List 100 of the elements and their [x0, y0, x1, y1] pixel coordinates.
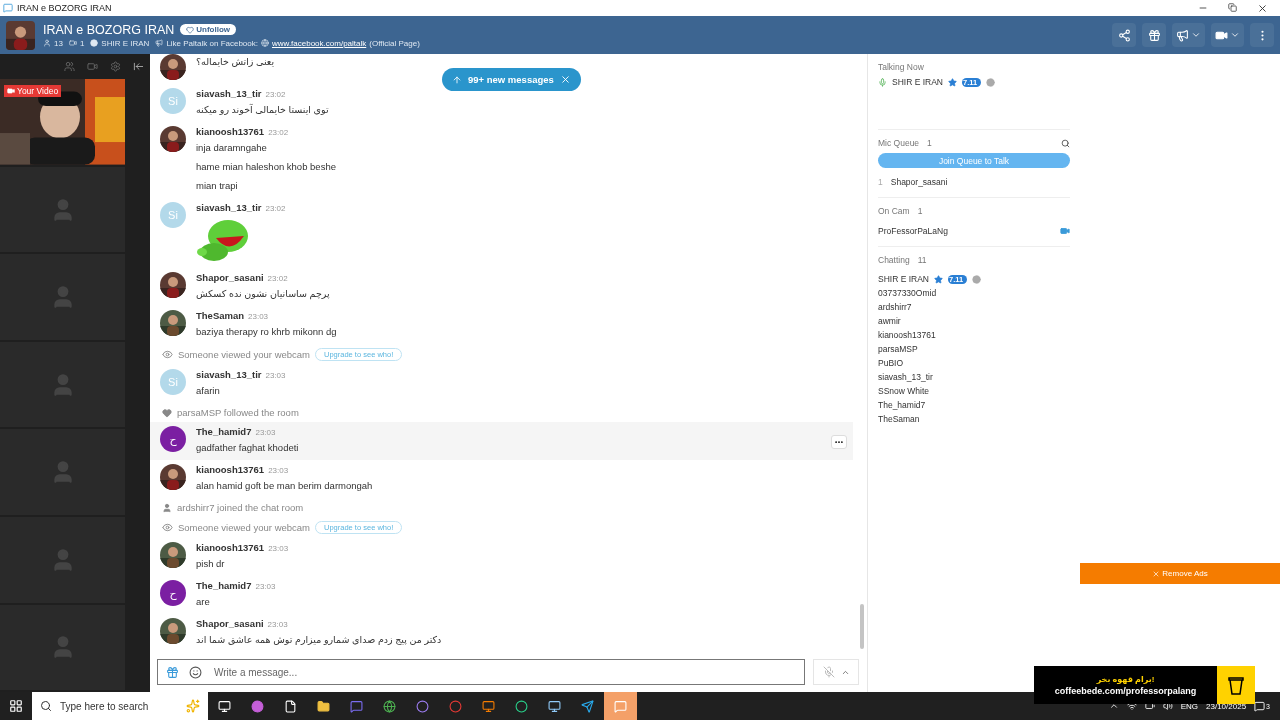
collapse-icon[interactable] [133, 61, 144, 73]
monitor-icon [218, 699, 231, 713]
globe-icon [261, 39, 269, 47]
user-name[interactable]: awmir [878, 316, 901, 326]
user-name[interactable]: TheSaman [196, 310, 245, 321]
close-icon[interactable] [1257, 2, 1268, 14]
share-button[interactable] [1112, 23, 1136, 47]
gift-button[interactable] [1142, 23, 1166, 47]
section-count: 1 [917, 206, 923, 216]
gift-icon [1147, 28, 1161, 42]
user-name[interactable]: The_hamid7 [196, 580, 252, 591]
user-name[interactable]: Shapor_sasani [196, 272, 264, 283]
notification-icon [1254, 700, 1266, 712]
section-label: Chatting [878, 255, 910, 265]
user-avatar [160, 618, 186, 644]
chat-icon [350, 699, 363, 713]
message-time: 23:03 [265, 371, 286, 380]
cam-count: 1 [79, 38, 85, 48]
user-name[interactable]: siavash_13_tir [878, 372, 933, 382]
user-name[interactable]: The_hamid7 [196, 426, 252, 437]
message-input[interactable]: Write a message... [212, 665, 796, 679]
camera-icon [68, 39, 77, 47]
user-name[interactable]: SSnow White [878, 386, 930, 396]
heart-icon [186, 25, 195, 34]
user-name[interactable]: Shapor_sasani [890, 177, 948, 187]
user-name[interactable]: siavash_13_tir [196, 369, 262, 380]
user-name[interactable]: kianoosh13761 [196, 126, 265, 137]
user-name[interactable]: The_hamid7 [878, 400, 926, 410]
user-name[interactable]: PuBIO [878, 358, 904, 368]
facebook-link[interactable]: www.facebook.com/paltalk [272, 38, 367, 48]
volume-icon[interactable] [1162, 701, 1173, 711]
user-name[interactable]: 03737330Omid [878, 288, 937, 298]
user-name[interactable]: TheSaman [878, 414, 920, 424]
user-avatar [160, 54, 186, 80]
user-avatar [160, 310, 186, 336]
gift-icon[interactable] [166, 665, 179, 679]
message-text: inja daramngahe [196, 141, 268, 155]
user-name[interactable]: kianoosh13761 [196, 542, 265, 553]
window-title: IRAN e BOZORG IRAN [17, 3, 112, 13]
mic-icon [878, 77, 887, 87]
close-icon [1152, 569, 1161, 578]
language-indicator[interactable]: ENG [1180, 701, 1199, 711]
megaphone-icon [155, 39, 164, 47]
user-name[interactable]: ProFessorPaLaNg [878, 226, 948, 236]
user-avatar [160, 272, 186, 298]
network-icon[interactable] [1126, 701, 1137, 711]
user-avatar: Si [160, 369, 186, 395]
message-field[interactable]: Write a message... [157, 659, 805, 685]
eye-icon [162, 522, 173, 533]
taskbar-search-field[interactable]: Type here to search [32, 692, 208, 720]
user-avatar: Si [160, 88, 186, 114]
message-time: 23:02 [265, 90, 286, 99]
file-icon [284, 699, 297, 713]
user-avatar: Si [160, 202, 186, 228]
user-name[interactable]: kianoosh13761 [878, 330, 936, 340]
clock-date[interactable]: 23/10/2025 [1206, 701, 1247, 711]
user-name[interactable]: parsaMSP [878, 344, 918, 354]
message-time: 23:03 [248, 312, 269, 321]
user-name[interactable]: SHIR E IRAN [878, 274, 929, 284]
windows-icon [9, 699, 23, 713]
search-icon[interactable] [1061, 138, 1070, 148]
status-icon [986, 77, 996, 87]
user-name[interactable]: siavash_13_tir [196, 202, 262, 213]
banner-title: برام قهوه بخر! [1096, 674, 1155, 684]
message-text: یعنی زاتش خایماله؟ [196, 55, 275, 69]
message-time: 23:03 [255, 428, 276, 437]
cup-icon [1228, 675, 1244, 695]
mic-off-icon [822, 666, 835, 678]
search-icon [40, 700, 52, 712]
circle-icon [416, 699, 429, 713]
user-name[interactable]: ardshirr7 [878, 302, 912, 312]
users-icon[interactable] [64, 61, 75, 73]
user-name[interactable]: siavash_13_tir [196, 88, 262, 99]
emoji-icon[interactable] [189, 665, 202, 679]
share-icon [1117, 28, 1131, 42]
star-icon [934, 274, 943, 284]
megaphone-button[interactable] [1172, 23, 1205, 47]
owner-icon [90, 39, 99, 47]
user-name[interactable]: SHIR E IRAN [892, 77, 943, 87]
sparkles-icon [186, 699, 200, 713]
scrollbar[interactable] [860, 604, 864, 649]
camera-icon[interactable] [1060, 226, 1070, 236]
message-text: are [196, 595, 211, 609]
restore-icon[interactable] [1228, 2, 1237, 12]
message-text: gadfather faghat khodeti [196, 441, 299, 455]
app-icon [3, 3, 13, 13]
battery-icon[interactable] [1144, 701, 1155, 711]
paper-plane-icon [581, 699, 594, 713]
user-avatar: ح [160, 580, 186, 606]
event-text: ardshirr7 joined the chat room [177, 502, 304, 513]
user-name[interactable]: kianoosh13761 [196, 464, 265, 475]
unfollow-button[interactable]: Unfollow [180, 24, 237, 35]
user-name[interactable]: Shapor_sasani [196, 618, 264, 629]
member-count: 13 [54, 38, 63, 48]
more-button[interactable] [831, 435, 847, 449]
message-time: 23:03 [267, 620, 288, 629]
owner-name: SHIR E IRAN [101, 38, 150, 48]
user-avatar [160, 542, 186, 568]
message-time: 23:02 [268, 128, 289, 137]
camera-button[interactable] [1211, 23, 1244, 47]
